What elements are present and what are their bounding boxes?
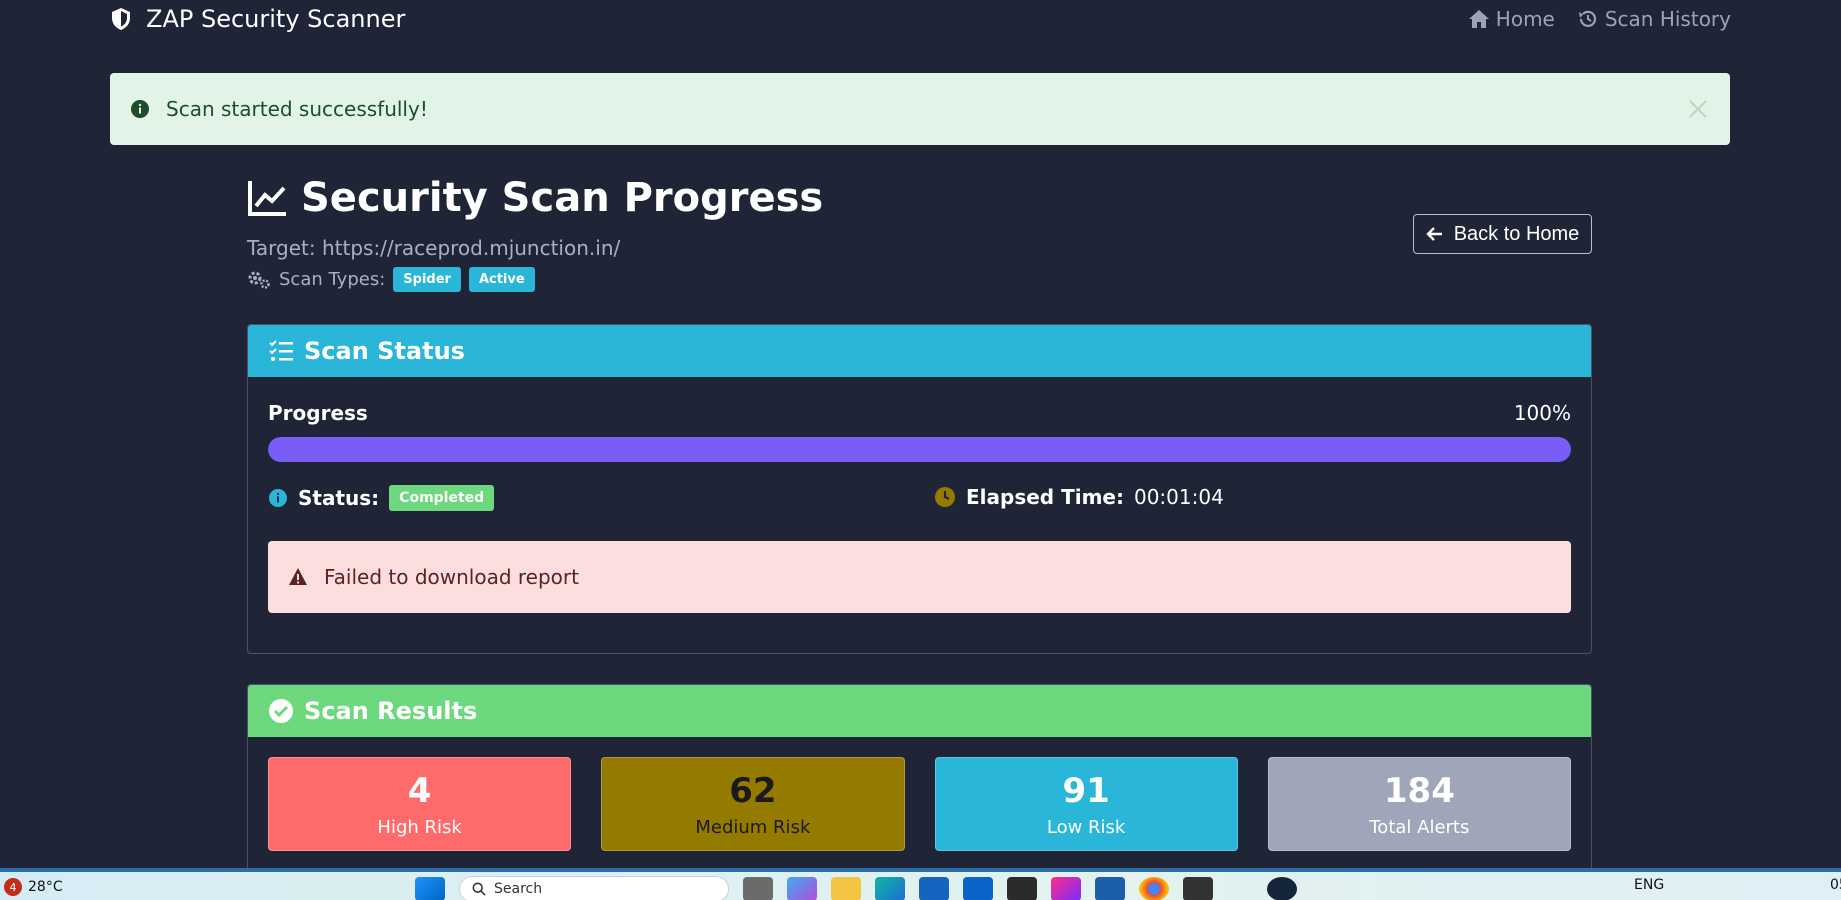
search-icon bbox=[472, 882, 486, 896]
page-title: Security Scan Progress bbox=[247, 175, 823, 221]
back-button-label: Back to Home bbox=[1453, 222, 1580, 245]
notification-badge: 4 bbox=[4, 878, 22, 896]
home-icon bbox=[1468, 10, 1489, 28]
status-label: Status: bbox=[298, 486, 380, 510]
scan-status-title: Scan Status bbox=[304, 337, 465, 365]
progress-bar-fill bbox=[268, 437, 1571, 462]
app-icon[interactable] bbox=[1183, 877, 1213, 900]
nav-links: Home Scan History bbox=[1468, 7, 1731, 31]
search-placeholder: Search bbox=[494, 881, 543, 897]
stats-row: 4 High Risk 62 Medium Risk 91 Low Risk 1… bbox=[268, 757, 1571, 851]
file-explorer-icon[interactable] bbox=[831, 877, 861, 900]
app-grid-icon[interactable] bbox=[1095, 877, 1125, 900]
chrome-icon[interactable] bbox=[1139, 877, 1169, 900]
gears-icon bbox=[248, 271, 270, 289]
scan-status-card: Scan Status Progress 100% Status: Comple… bbox=[247, 324, 1592, 654]
success-alert: Scan started successfully! bbox=[110, 73, 1730, 145]
progress-value: 100% bbox=[1513, 401, 1571, 425]
nav-home-label: Home bbox=[1495, 7, 1555, 31]
brand-name: ZAP Security Scanner bbox=[146, 5, 406, 33]
task-view-icon[interactable] bbox=[743, 877, 773, 900]
close-icon[interactable] bbox=[1684, 95, 1712, 123]
shield-icon bbox=[112, 8, 130, 30]
alert-message: Scan started successfully! bbox=[166, 97, 428, 121]
stat-value: 4 bbox=[407, 770, 432, 811]
taskbar: 4 28°C Search ENG 05 bbox=[0, 868, 1841, 900]
taskbar-search[interactable]: Search bbox=[459, 876, 729, 900]
clock-icon bbox=[935, 487, 955, 507]
info-icon bbox=[131, 100, 149, 118]
weather-temp: 28°C bbox=[28, 879, 63, 895]
nav-home-link[interactable]: Home bbox=[1468, 7, 1555, 31]
navbar: ZAP Security Scanner Home Scan History bbox=[110, 0, 1731, 38]
progress-label: Progress bbox=[268, 401, 368, 425]
warning-icon bbox=[289, 568, 307, 585]
scan-types-label: Scan Types: bbox=[279, 269, 386, 290]
elapsed-label: Elapsed Time: bbox=[966, 485, 1124, 509]
stat-medium-risk: 62 Medium Risk bbox=[601, 757, 905, 851]
stat-label: Medium Risk bbox=[695, 816, 811, 838]
elapsed-value: 00:01:04 bbox=[1133, 485, 1224, 509]
taskbar-weather[interactable]: 4 28°C bbox=[4, 878, 63, 896]
elapsed-row: Elapsed Time: 00:01:04 bbox=[934, 485, 1224, 509]
stat-high-risk: 4 High Risk bbox=[268, 757, 572, 851]
page-title-text: Security Scan Progress bbox=[301, 175, 824, 221]
nav-history-label: Scan History bbox=[1604, 7, 1731, 31]
scan-results-header: Scan Results bbox=[248, 685, 1591, 737]
language-indicator[interactable]: ENG bbox=[1634, 877, 1664, 893]
jetbrains-icon[interactable] bbox=[1051, 877, 1081, 900]
error-alert: Failed to download report bbox=[268, 541, 1571, 613]
outlook-icon[interactable] bbox=[963, 877, 993, 900]
back-to-home-button[interactable]: Back to Home bbox=[1413, 214, 1592, 254]
stat-value: 184 bbox=[1383, 770, 1455, 811]
chart-line-icon bbox=[248, 181, 286, 216]
check-circle-icon bbox=[269, 699, 293, 723]
stat-value: 62 bbox=[729, 770, 777, 811]
status-row: Status: Completed bbox=[268, 485, 495, 511]
taskbar-apps: Search bbox=[415, 876, 1297, 900]
stat-label: Total Alerts bbox=[1369, 816, 1470, 838]
info-circle-icon bbox=[269, 489, 287, 507]
scan-status-header: Scan Status bbox=[248, 325, 1591, 377]
arrow-left-icon bbox=[1425, 227, 1442, 241]
status-badge: Completed bbox=[389, 485, 495, 511]
copilot-icon[interactable] bbox=[787, 877, 817, 900]
stat-low-risk: 91 Low Risk bbox=[934, 757, 1238, 851]
scan-type-badge-spider: Spider bbox=[393, 267, 461, 292]
stat-value: 91 bbox=[1062, 770, 1110, 811]
stat-label: High Risk bbox=[377, 816, 462, 838]
scan-results-title: Scan Results bbox=[304, 697, 478, 725]
list-check-icon bbox=[269, 340, 293, 361]
edge-icon[interactable] bbox=[875, 877, 905, 900]
progress-row: Progress 100% bbox=[268, 401, 1571, 425]
scan-type-badge-active: Active bbox=[468, 267, 535, 292]
scan-types: Scan Types: Spider Active bbox=[247, 267, 535, 292]
nav-history-link[interactable]: Scan History bbox=[1577, 7, 1731, 31]
windows-start-icon[interactable] bbox=[415, 877, 445, 900]
error-message: Failed to download report bbox=[324, 565, 579, 589]
steam-icon[interactable] bbox=[1267, 877, 1297, 900]
stat-total-alerts: 184 Total Alerts bbox=[1267, 757, 1571, 851]
stat-label: Low Risk bbox=[1046, 816, 1126, 838]
store-icon[interactable] bbox=[919, 877, 949, 900]
app-icon[interactable] bbox=[1007, 877, 1037, 900]
history-icon bbox=[1578, 10, 1596, 27]
progress-bar bbox=[268, 437, 1571, 462]
brand[interactable]: ZAP Security Scanner bbox=[110, 5, 405, 33]
scan-results-card: Scan Results 4 High Risk 62 Medium Risk … bbox=[247, 684, 1592, 874]
scan-target: Target: https://raceprod.mjunction.in/ bbox=[247, 236, 621, 260]
clock[interactable]: 05 bbox=[1830, 877, 1841, 893]
